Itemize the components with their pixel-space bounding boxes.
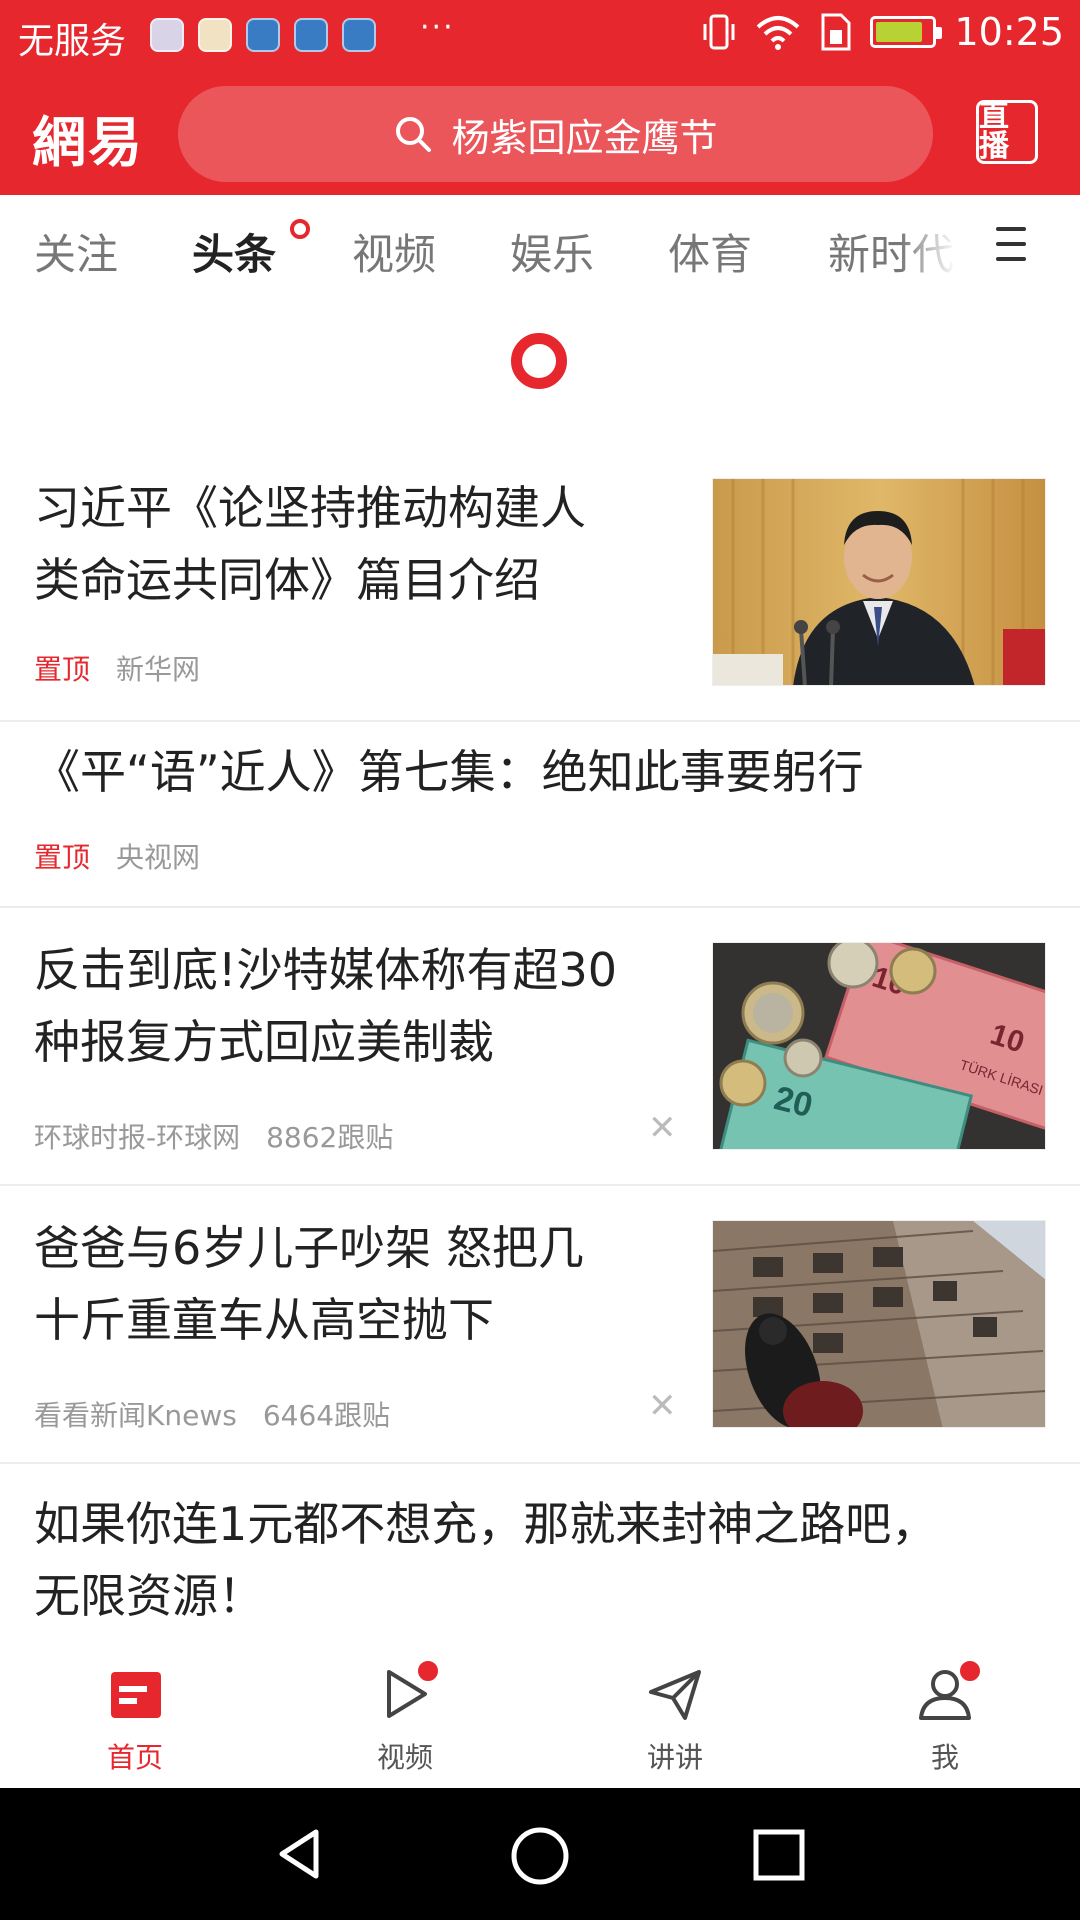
home-icon	[105, 1664, 165, 1724]
app-header: 網易 杨紫回应金鹰节 直播	[0, 78, 1080, 188]
pinned-badge: 置顶	[34, 841, 91, 874]
pinned-badge: 置顶	[34, 653, 91, 686]
channel-menu-icon[interactable]	[996, 227, 1026, 261]
channel-tabs: 关注 头条 视频 娱乐 体育 新时代	[0, 195, 1080, 305]
tab-headlines[interactable]: 头条	[192, 221, 276, 282]
tab-sports[interactable]: 体育	[668, 221, 752, 282]
tab-video[interactable]: 视频	[352, 221, 436, 282]
news-meta: 置顶 央视网	[34, 836, 200, 876]
news-title: 《平“语”近人》第七集：绝知此事要躬行	[34, 745, 864, 799]
news-thumbnail: 10 10 TÜRK LİRASI 20	[712, 942, 1046, 1150]
app-notification-icon	[246, 18, 280, 52]
health-app-icon	[294, 18, 328, 52]
news-item[interactable]: 《平“语”近人》第七集：绝知此事要躬行 置顶 央视网	[0, 722, 1080, 908]
news-thumbnail	[712, 1220, 1046, 1428]
search-icon	[396, 117, 432, 152]
tabs-fade-overlay	[900, 195, 970, 305]
bottom-navigation: 首页 视频 讲讲 我	[0, 1650, 1080, 1788]
comment-count: 6464跟贴	[262, 1399, 391, 1432]
video-icon	[375, 1658, 441, 1724]
app-notification-icon	[198, 18, 232, 52]
search-placeholder: 杨紫回应金鹰节	[451, 115, 718, 160]
search-bar[interactable]: 杨紫回应金鹰节	[178, 86, 933, 182]
sim-icon	[821, 13, 851, 51]
usb-icon	[342, 18, 376, 52]
nav-home[interactable]: 首页	[65, 1664, 205, 1776]
news-source: 新华网	[116, 653, 201, 686]
clock: 10:25	[954, 10, 1064, 54]
news-item[interactable]: 如果你连1元都不想充，那就来封神之路吧， 无限资源！	[0, 1464, 1080, 1664]
nav-label: 我	[930, 1741, 959, 1774]
news-title: 如果你连1元都不想充，那就来封神之路吧， 无限资源！	[34, 1497, 938, 1623]
recents-icon[interactable]	[750, 1826, 808, 1884]
wifi-icon	[757, 16, 800, 50]
news-meta: 环球时报-环球网 8862跟贴	[34, 1116, 393, 1156]
tab-new-dot	[290, 219, 310, 239]
nav-me[interactable]: 我	[875, 1658, 1015, 1776]
live-label: 直播	[979, 99, 1009, 164]
news-meta: 看看新闻Knews 6464跟贴	[34, 1394, 390, 1434]
news-source: 央视网	[116, 841, 201, 874]
notification-badge	[957, 1658, 983, 1684]
news-item[interactable]: 反击到底!沙特媒体称有超30 种报复方式回应美制裁 环球时报-环球网 8862跟…	[0, 908, 1080, 1186]
status-bar: 无服务 ··· 10:25	[0, 0, 1080, 72]
news-item[interactable]: 爸爸与6岁儿子吵架 怒把几 十斤重童车从高空抛下 看看新闻Knews 6464跟…	[0, 1186, 1080, 1464]
more-notifications-icon: ···	[420, 10, 455, 45]
nav-talk[interactable]: 讲讲	[605, 1664, 745, 1776]
send-icon	[645, 1664, 705, 1724]
close-icon[interactable]: ✕	[648, 1386, 677, 1426]
tab-follow[interactable]: 关注	[34, 221, 118, 282]
nav-label: 讲讲	[646, 1741, 703, 1774]
netease-logo[interactable]: 網易	[32, 98, 144, 177]
news-item[interactable]: 习近平《论坚持推动构建人 类命运共同体》篇目介绍 置顶 新华网	[0, 450, 1080, 722]
battery-icon	[870, 16, 943, 48]
live-button[interactable]: 直播	[976, 100, 1038, 164]
news-feed: 习近平《论坚持推动构建人 类命运共同体》篇目介绍 置顶 新华网 《平“语”近人》…	[0, 450, 1080, 1664]
refresh-spinner-icon	[511, 333, 567, 389]
nav-label: 首页	[106, 1741, 163, 1774]
battery-level	[876, 22, 923, 42]
news-meta: 置顶 新华网	[34, 648, 200, 688]
user-icon	[915, 1658, 983, 1724]
notification-badge	[415, 1658, 441, 1684]
nav-label: 视频	[376, 1741, 433, 1774]
news-source: 看看新闻Knews	[34, 1399, 237, 1432]
news-title: 反击到底!沙特媒体称有超30 种报复方式回应美制裁	[34, 943, 617, 1069]
carrier-text: 无服务	[18, 21, 127, 62]
comment-count: 8862跟贴	[266, 1121, 394, 1154]
news-thumbnail	[712, 478, 1046, 686]
close-icon[interactable]: ✕	[648, 1108, 677, 1148]
notification-icons	[150, 18, 376, 52]
system-navigation-bar	[0, 1788, 1080, 1920]
home-circle-icon[interactable]	[508, 1824, 572, 1888]
vibrate-icon	[703, 14, 735, 50]
back-icon[interactable]	[270, 1824, 330, 1884]
app-notification-icon	[150, 18, 184, 52]
nav-video[interactable]: 视频	[335, 1658, 475, 1776]
news-source: 环球时报-环球网	[34, 1121, 241, 1154]
tab-entertainment[interactable]: 娱乐	[510, 221, 594, 282]
news-title: 爸爸与6岁儿子吵架 怒把几 十斤重童车从高空抛下	[34, 1221, 584, 1347]
news-title: 习近平《论坚持推动构建人 类命运共同体》篇目介绍	[34, 481, 586, 607]
